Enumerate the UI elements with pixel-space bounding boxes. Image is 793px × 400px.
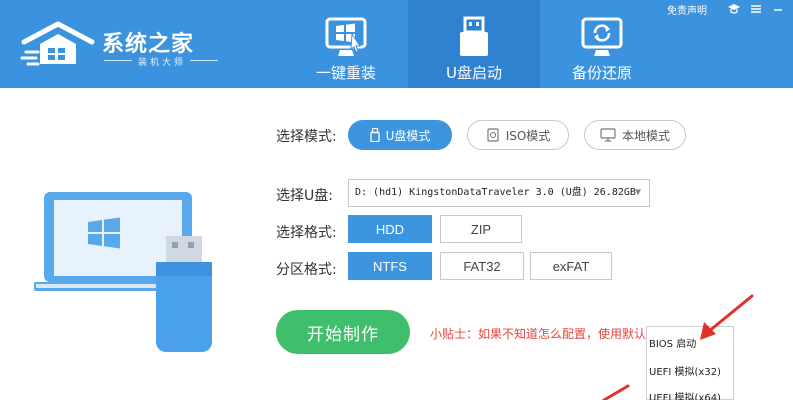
local-mode-label: 本地模式 — [621, 128, 670, 143]
format-zip-button[interactable]: ZIP — [440, 215, 522, 243]
local-mode-button[interactable]: 本地模式 — [584, 120, 686, 150]
disclaimer-link[interactable]: 免责声明 — [667, 2, 707, 17]
tab-label: 备份还原 — [571, 64, 632, 82]
annotation-arrow-icon — [602, 384, 630, 400]
usb-mode-button[interactable]: U盘模式 — [348, 120, 452, 150]
tab-label: U盘启动 — [446, 64, 502, 82]
dropdown-arrow-icon[interactable]: ▼ — [635, 180, 641, 206]
menu-icon[interactable] — [749, 2, 763, 16]
tab-one-click-reinstall[interactable]: 一键重装 — [280, 0, 412, 88]
brand-subtitle: 装机大师 — [138, 58, 187, 68]
partition-ntfs-button[interactable]: NTFS — [348, 252, 432, 280]
brand-title: 系统之家 — [102, 32, 195, 57]
brand-logo: 系统之家 装机大师 — [18, 18, 218, 68]
udisk-select[interactable]: D: (hd1) KingstonDataTraveler 3.0 (U盘) 2… — [348, 179, 650, 207]
window-topbar: 免责声明 — [667, 0, 793, 18]
partition-label: 分区格式: — [276, 262, 337, 278]
minimize-icon[interactable] — [771, 2, 785, 16]
disc-icon — [487, 128, 499, 142]
tab-label: 一键重装 — [315, 64, 376, 82]
partition-exfat-button[interactable]: exFAT — [530, 252, 612, 280]
monitor-icon — [600, 128, 616, 142]
header-bar: 系统之家 装机大师 一键重装 U盘启动 备份还原 免责声明 — [0, 0, 793, 88]
brand-divider-right — [190, 60, 218, 61]
dropdown-item-uefi-x32[interactable]: UEFI 模拟(x32) — [649, 363, 721, 378]
mode-label: 选择模式: — [276, 129, 337, 145]
udisk-selected-value: D: (hd1) KingstonDataTraveler 3.0 (U盘) 2… — [355, 187, 636, 198]
boot-mode-dropdown[interactable]: BIOS 启动 UEFI 模拟(x32) UEFI 模拟(x64) — [646, 326, 734, 400]
tip-text: 小贴士：如果不知道怎么配置，使用默认配 — [430, 327, 659, 341]
format-hdd-button[interactable]: HDD — [348, 215, 432, 243]
start-make-button[interactable]: 开始制作 — [276, 310, 410, 354]
dropdown-item-bios[interactable]: BIOS 启动 — [649, 335, 696, 350]
usb-icon — [369, 128, 380, 142]
brand-divider-left — [104, 60, 132, 61]
dropdown-item-uefi-x64[interactable]: UEFI 模拟(x64) — [649, 389, 721, 400]
udisk-label: 选择U盘: — [276, 188, 333, 204]
tab-usb-boot[interactable]: U盘启动 — [408, 0, 540, 88]
house-logo-icon — [20, 21, 95, 66]
graduation-cap-icon[interactable] — [727, 2, 741, 16]
usb-mode-label: U盘模式 — [385, 128, 431, 143]
iso-mode-label: ISO模式 — [505, 128, 551, 143]
tab-backup-restore[interactable]: 备份还原 — [536, 0, 668, 88]
partition-fat32-button[interactable]: FAT32 — [440, 252, 524, 280]
laptop-usb-illustration — [34, 192, 212, 352]
windows-monitor-icon — [325, 17, 367, 56]
iso-mode-button[interactable]: ISO模式 — [467, 120, 569, 150]
backup-restore-icon — [581, 17, 623, 56]
usb-drive-icon — [460, 16, 488, 56]
format-label: 选择格式: — [276, 225, 337, 241]
